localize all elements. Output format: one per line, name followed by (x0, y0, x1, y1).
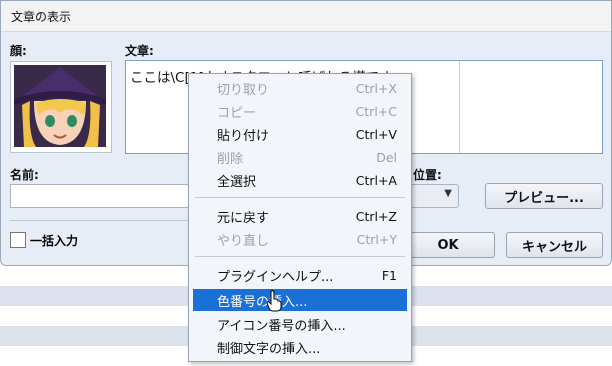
menu-item-shortcut: F1 (381, 267, 397, 283)
divider (10, 220, 190, 221)
menu-item-label: やり直し (217, 233, 270, 249)
menu-item-shortcut: Ctrl+C (355, 103, 397, 119)
batch-input-checkbox[interactable] (10, 232, 26, 248)
cancel-button[interactable]: キャンセル (506, 232, 603, 258)
menu-item-label: 制御文字の挿入... (217, 341, 321, 357)
menu-item-label: 切り取り (217, 82, 270, 98)
position-label: 位置: (413, 168, 442, 182)
menu-separator (195, 197, 405, 198)
menu-item-delete[interactable]: 削除 Del (193, 146, 407, 168)
menu-item-shortcut: Ctrl+Z (355, 208, 397, 224)
menu-item-label: 貼り付け (217, 128, 270, 144)
menu-item-label: コピー (217, 105, 257, 121)
menu-item-cut[interactable]: 切り取り Ctrl+X (193, 77, 407, 99)
menu-item-paste[interactable]: 貼り付け Ctrl+V (193, 123, 407, 145)
menu-item-shortcut: Ctrl+Y (356, 231, 397, 247)
text-label: 文章: (125, 44, 154, 58)
menu-item-plugin-help[interactable]: プラグインヘルプ... F1 (193, 264, 407, 286)
menu-item-label: 削除 (217, 151, 244, 167)
menu-item-shortcut: Del (376, 149, 397, 165)
menu-item-select-all[interactable]: 全選択 Ctrl+A (193, 169, 407, 191)
ok-button[interactable]: OK (401, 232, 495, 258)
menu-item-redo[interactable]: やり直し Ctrl+Y (193, 228, 407, 250)
menu-item-insert-control-char[interactable]: 制御文字の挿入... (193, 336, 407, 358)
name-label: 名前: (10, 168, 39, 182)
dialog-title: 文章の表示 (11, 9, 72, 24)
hand-cursor-icon (266, 290, 282, 312)
menu-separator (195, 256, 405, 257)
preview-button[interactable]: プレビュー... (485, 183, 603, 209)
menu-item-insert-color[interactable]: 色番号の挿入... (193, 289, 407, 311)
menu-item-shortcut: Ctrl+V (355, 126, 397, 142)
dialog-titlebar: 文章の表示 (1, 1, 611, 32)
menu-item-label: 全選択 (217, 174, 257, 190)
line-guide (459, 61, 460, 153)
menu-item-insert-icon[interactable]: アイコン番号の挿入... (193, 313, 407, 335)
menu-item-shortcut: Ctrl+X (355, 80, 397, 96)
menu-item-shortcut: Ctrl+A (355, 172, 397, 188)
face-label: 顔: (10, 44, 27, 58)
menu-item-label: 色番号の挿入... (217, 294, 308, 310)
name-input[interactable] (10, 184, 202, 208)
face-portrait-image (14, 65, 106, 147)
chevron-down-icon: ▼ (444, 188, 452, 199)
menu-item-label: 元に戻す (217, 210, 270, 226)
menu-item-label: プラグインヘルプ... (217, 269, 334, 285)
context-menu: 切り取り Ctrl+X コピー Ctrl+C 貼り付け Ctrl+V 削除 De… (188, 73, 412, 362)
batch-input-label: 一括入力 (30, 234, 79, 248)
menu-item-copy[interactable]: コピー Ctrl+C (193, 100, 407, 122)
menu-item-label: アイコン番号の挿入... (217, 318, 346, 334)
menu-item-undo[interactable]: 元に戻す Ctrl+Z (193, 205, 407, 227)
face-selector[interactable] (10, 61, 112, 153)
